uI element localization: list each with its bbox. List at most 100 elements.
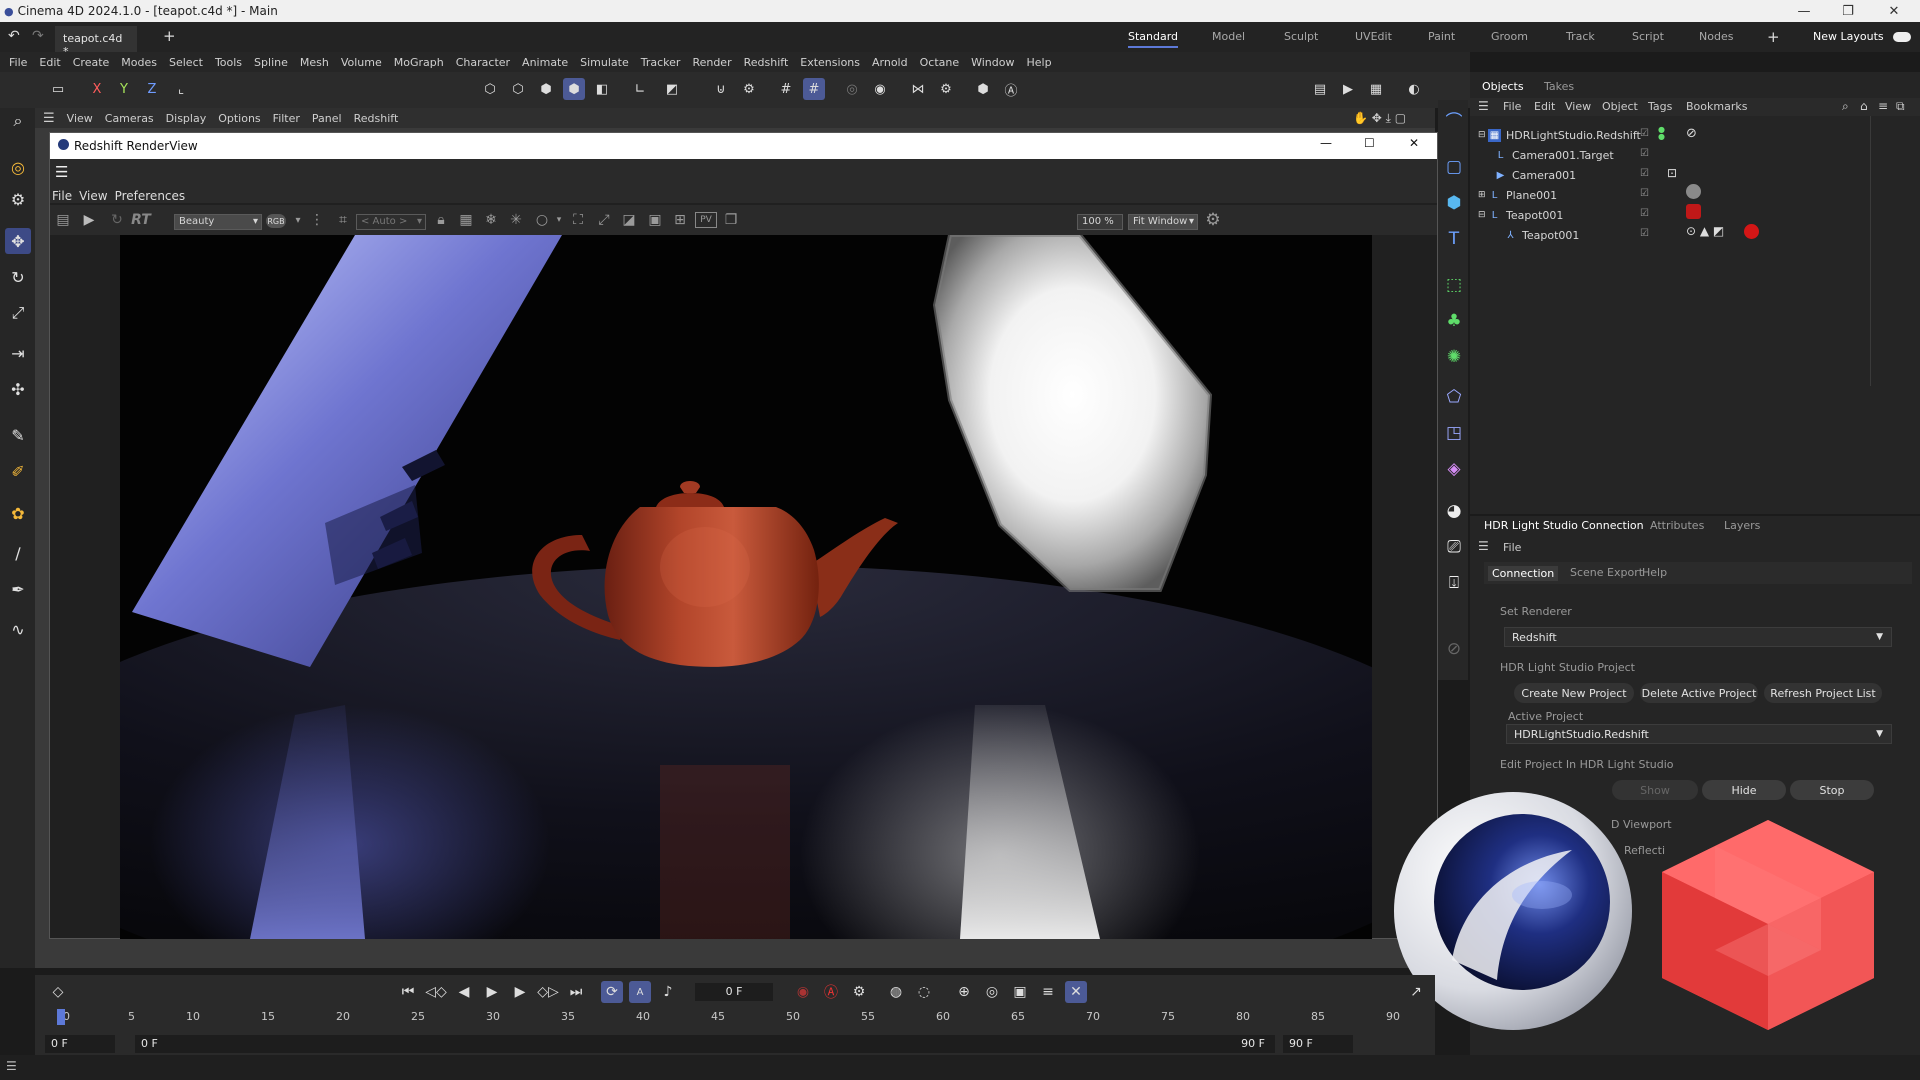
renderer-select[interactable]: Redshift ▼ [1504, 627, 1892, 647]
add-layout-icon[interactable]: + [1767, 28, 1780, 46]
play-render-icon[interactable]: ▶ [78, 210, 100, 230]
renderview-menu-view[interactable]: View [79, 189, 107, 203]
tab-hdr-light-studio-connection[interactable]: HDR Light Studio Connection [1484, 519, 1644, 532]
key-scale-icon[interactable]: ⊕ [953, 981, 975, 1003]
add-snapshot-icon[interactable]: ⊞ [669, 210, 691, 230]
text-icon[interactable]: T [1441, 226, 1467, 252]
stop-button[interactable]: Stop [1790, 780, 1874, 800]
status-menu-icon[interactable]: ☰ [6, 1059, 17, 1073]
frame-range-bar[interactable]: 0 F 90 F [135, 1035, 1275, 1053]
settings-gear-icon[interactable]: ⚙ [1202, 210, 1224, 230]
layout-toggle[interactable] [1893, 32, 1911, 42]
end-frame-field[interactable]: 90 F [1241, 1035, 1265, 1053]
tab-takes[interactable]: Takes [1544, 80, 1574, 93]
object-row[interactable]: ⅄ Teapot001 [1504, 226, 1579, 244]
axis-z-toggle[interactable]: Z [141, 78, 163, 100]
tag-icons[interactable]: ⊙ ▲ ◩ [1686, 224, 1724, 238]
add-tab-button[interactable]: + [163, 27, 176, 45]
previous-key-icon[interactable]: ◁◇ [425, 981, 447, 1003]
edit-check-icon[interactable]: ☑ [1640, 168, 1649, 179]
render-view-icon[interactable]: ▤ [1309, 78, 1331, 100]
object-row[interactable]: ⊟ ▦ HDRLightStudio.Redshift [1478, 126, 1641, 144]
objects-search-icon[interactable]: ⌕ [1842, 99, 1849, 114]
autokey-icon[interactable]: Ⓐ [820, 981, 842, 1003]
viewport-nav-icons[interactable]: ✋ ✥ ⤓ ▢ [1353, 111, 1406, 126]
fit-window-select[interactable]: Fit Window ▾ [1128, 214, 1198, 230]
viewport-hamburger-icon[interactable]: ☰ [43, 111, 55, 126]
fit-icon[interactable]: ⤢ [593, 210, 615, 230]
refresh-project-list-button[interactable]: Refresh Project List [1764, 683, 1882, 703]
minimize-button[interactable]: — [1782, 0, 1826, 22]
redshift-ipr-icon[interactable]: ◐ [1403, 78, 1425, 100]
sound-icon[interactable]: ♪ [657, 981, 679, 1003]
viewport-menu-display[interactable]: Display [166, 112, 207, 125]
spline-pen-icon[interactable]: ✎ [5, 422, 31, 448]
objects-menu-file[interactable]: File [1503, 100, 1521, 113]
viewport-menu-panel[interactable]: Panel [312, 112, 342, 125]
material-tag-icon[interactable] [1744, 224, 1759, 239]
object-row[interactable]: L Camera001.Target [1494, 146, 1614, 164]
objects-menu-tags[interactable]: Tags [1648, 100, 1672, 113]
viewport-menu-filter[interactable]: Filter [273, 112, 300, 125]
image-icon[interactable]: ▣ [644, 210, 666, 230]
key-pla-icon[interactable]: ▣ [1009, 981, 1031, 1003]
model-mode-icon[interactable]: ▭ [47, 78, 69, 100]
subtab-connection[interactable]: Connection [1488, 566, 1559, 581]
playhead[interactable] [57, 1009, 65, 1025]
lock-icon[interactable]: 🔒︎ [430, 210, 452, 230]
transfer-tool-icon[interactable]: ⇥ [5, 340, 31, 366]
workplane-icon[interactable]: # [803, 78, 825, 100]
go-to-end-icon[interactable]: ⏭ [565, 981, 587, 1003]
play-icon[interactable]: ▶ [481, 981, 503, 1003]
symmetry-icon[interactable]: ⋈ [907, 78, 929, 100]
menu-extensions[interactable]: Extensions [800, 56, 860, 69]
edit-check-icon[interactable]: ☑ [1640, 188, 1649, 199]
expand-icon[interactable]: ⊟ [1478, 130, 1488, 140]
points-mode-icon[interactable]: ⬡ [479, 78, 501, 100]
menu-mograph[interactable]: MoGraph [394, 56, 444, 69]
layout-model[interactable]: Model [1212, 30, 1245, 43]
rt-toggle[interactable]: RT [130, 210, 152, 230]
region-grid-icon[interactable]: ⋮ [306, 210, 328, 230]
renderview-hamburger-icon[interactable]: ☰ [55, 163, 68, 181]
effector-icon[interactable]: ✺ [1441, 344, 1467, 370]
layout-nodes[interactable]: Nodes [1699, 30, 1733, 43]
start-frame-field[interactable]: 0 F [141, 1035, 158, 1053]
viewport-menu-redshift[interactable]: Redshift [354, 112, 399, 125]
no-entry-tag-icon[interactable]: ⊘ [1686, 126, 1697, 141]
objects-menu-edit[interactable]: Edit [1534, 100, 1555, 113]
playback-rate-icon[interactable]: A [629, 981, 651, 1003]
viewport-menu-options[interactable]: Options [218, 112, 260, 125]
layout-standard[interactable]: Standard [1128, 30, 1179, 48]
delete-active-project-button[interactable]: Delete Active Project [1640, 683, 1758, 703]
edit-check-icon[interactable]: ☑ [1640, 228, 1649, 239]
copy-icon[interactable]: ❐ [720, 210, 742, 230]
objects-home-icon[interactable]: ⌂ [1860, 99, 1868, 113]
cloner-icon[interactable]: ♣ [1441, 308, 1467, 334]
layout-uvedit[interactable]: UVEdit [1355, 30, 1392, 43]
render-image[interactable] [120, 235, 1372, 939]
menu-create[interactable]: Create [73, 56, 110, 69]
rgb-channel-toggle[interactable]: RGB [266, 214, 286, 228]
cube-outline-icon[interactable]: ▢ [1441, 154, 1467, 180]
viewport-menu-view[interactable]: View [67, 112, 93, 125]
key-mode-icon[interactable]: ✕ [1065, 981, 1087, 1003]
menu-character[interactable]: Character [456, 56, 510, 69]
zoom-field[interactable]: 100 % [1077, 214, 1123, 230]
key-point-icon[interactable]: ≡ [1037, 981, 1059, 1003]
attributes-hamburger-icon[interactable]: ☰ [1478, 539, 1489, 553]
axis-mode-icon[interactable]: ∟ [629, 78, 651, 100]
next-frame-icon[interactable]: ▶ [509, 981, 531, 1003]
menu-help[interactable]: Help [1026, 56, 1051, 69]
keyframe-icon[interactable]: ◇ [47, 981, 69, 1003]
objects-menu-object[interactable]: Object [1602, 100, 1638, 113]
hide-button[interactable]: Hide [1702, 780, 1786, 800]
symmetry-settings-icon[interactable]: ⚙ [935, 78, 957, 100]
render-to-picture-viewer-icon[interactable]: ▶ [1337, 78, 1359, 100]
menu-octane[interactable]: Octane [920, 56, 960, 69]
menu-edit[interactable]: Edit [39, 56, 60, 69]
brush-tool-icon[interactable]: ✿ [5, 500, 31, 526]
go-to-start-icon[interactable]: ⏮ [397, 981, 419, 1003]
layout-script[interactable]: Script [1632, 30, 1664, 43]
record-icon[interactable]: ◉ [792, 981, 814, 1003]
